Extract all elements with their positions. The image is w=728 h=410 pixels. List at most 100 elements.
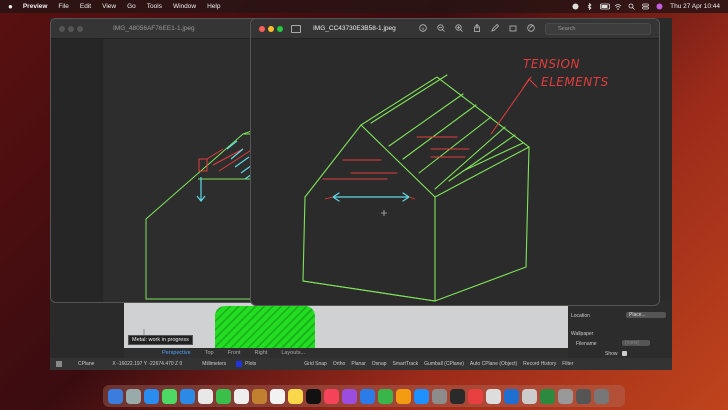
numbers-icon[interactable] xyxy=(378,388,393,404)
rotate-icon[interactable] xyxy=(509,24,517,32)
dock xyxy=(103,385,625,407)
menu-file[interactable]: File xyxy=(58,3,68,10)
control-center-icon[interactable] xyxy=(642,3,649,10)
downloads-stack-icon[interactable] xyxy=(558,388,573,404)
annotation-tension: TENSION xyxy=(523,57,580,71)
sidebar-toggle-icon[interactable] xyxy=(56,361,62,367)
record-icon[interactable] xyxy=(572,3,579,10)
toggle-osnap[interactable]: Osnap xyxy=(372,361,387,367)
wallpaper-label: Wallpaper xyxy=(571,331,594,337)
app-store-icon[interactable] xyxy=(414,388,429,404)
toggle-grid-snap[interactable]: Grid Snap xyxy=(304,361,327,367)
search-field-text: Search xyxy=(558,26,576,32)
menubar-datetime[interactable]: Thu 27 Apr 10:44 xyxy=(670,3,720,10)
utility-icon[interactable] xyxy=(522,388,537,404)
mail-icon[interactable] xyxy=(180,388,195,404)
menu-help[interactable]: Help xyxy=(207,3,220,10)
status-layer[interactable]: Plots xyxy=(245,361,256,367)
rhino-icon[interactable] xyxy=(450,388,465,404)
status-cplane: CPlane xyxy=(78,361,95,367)
photos-icon[interactable] xyxy=(198,388,213,404)
chrome-icon[interactable] xyxy=(468,388,483,404)
annotation-elements: ELEMENTS xyxy=(541,75,609,89)
battery-icon[interactable] xyxy=(600,3,611,10)
calendar-icon[interactable] xyxy=(234,388,249,404)
minimize-button[interactable] xyxy=(268,26,274,32)
trash-icon[interactable] xyxy=(594,388,609,404)
share-icon[interactable] xyxy=(473,23,481,32)
toolbar-icons xyxy=(419,23,535,32)
notes-icon[interactable] xyxy=(288,388,303,404)
finder-icon[interactable] xyxy=(108,388,123,404)
menu-window[interactable]: Window xyxy=(173,3,196,10)
close-button[interactable] xyxy=(259,26,265,32)
properties-panel: Location Place... Wallpaper Filename (no… xyxy=(568,301,672,358)
apple-menu-icon[interactable]: ● xyxy=(8,2,13,11)
show-label: Show xyxy=(605,351,618,357)
siri-icon[interactable] xyxy=(656,3,663,10)
show-checkbox[interactable] xyxy=(622,351,627,356)
command-tip: Metal: work in progress xyxy=(128,335,193,345)
toggle-smarttrack[interactable]: SmartTrack xyxy=(393,361,419,367)
music-icon[interactable] xyxy=(324,388,339,404)
thumbnail-sidebar[interactable] xyxy=(51,39,103,302)
zoom-in-icon[interactable] xyxy=(455,24,463,32)
word-icon[interactable] xyxy=(504,388,519,404)
reminders-icon[interactable] xyxy=(270,388,285,404)
tab-perspective[interactable]: Perspective xyxy=(162,350,191,356)
layer-color-swatch[interactable] xyxy=(236,361,243,367)
keynote-icon[interactable] xyxy=(360,388,375,404)
menu-app-name[interactable]: Preview xyxy=(23,3,48,10)
tab-layouts[interactable]: Layouts... xyxy=(281,350,305,356)
place-button[interactable]: Place... xyxy=(626,312,666,318)
search-field[interactable]: Search xyxy=(545,23,651,35)
markup-pen-icon[interactable] xyxy=(491,23,500,32)
menu-go[interactable]: Go xyxy=(127,3,136,10)
apple-tv-icon[interactable] xyxy=(306,388,321,404)
menu-bar: ● Preview File Edit View Go Tools Window… xyxy=(0,0,728,13)
tab-front[interactable]: Front xyxy=(228,350,241,356)
window-title: IMG_48056AF76EE1-1.jpeg xyxy=(113,25,195,32)
menu-view[interactable]: View xyxy=(102,3,116,10)
sidebar-icon[interactable] xyxy=(291,25,301,33)
filename-label: Filename xyxy=(576,341,597,347)
launchpad-icon[interactable] xyxy=(126,388,141,404)
preview-icon[interactable] xyxy=(486,388,501,404)
toggle-gumball[interactable]: Gumball (CPlane) xyxy=(424,361,464,367)
preview-window-front[interactable]: IMG_CC43730E3B58-1.jpeg Search TENSION E… xyxy=(250,18,660,306)
zoom-button[interactable] xyxy=(77,26,83,32)
close-button[interactable] xyxy=(59,26,65,32)
tab-top[interactable]: Top xyxy=(205,350,214,356)
location-label: Location xyxy=(571,313,590,319)
safari-icon[interactable] xyxy=(144,388,159,404)
toggle-filter[interactable]: Filter xyxy=(562,361,573,367)
zoom-button[interactable] xyxy=(277,26,283,32)
toggle-planar[interactable]: Planar xyxy=(351,361,365,367)
status-units: Millimeters xyxy=(202,361,227,367)
podcasts-icon[interactable] xyxy=(342,388,357,404)
info-icon[interactable] xyxy=(419,24,427,32)
menu-edit[interactable]: Edit xyxy=(80,3,91,10)
viewport-tabs: Perspective Top Front Right Layouts... xyxy=(124,348,570,358)
tab-right[interactable]: Right xyxy=(254,350,267,356)
bluetooth-icon[interactable] xyxy=(586,2,593,11)
titlebar[interactable]: IMG_CC43730E3B58-1.jpeg Search xyxy=(251,19,659,39)
toggle-record-history[interactable]: Record History xyxy=(523,361,556,367)
minimize-button[interactable] xyxy=(68,26,74,32)
folder-stack-icon[interactable] xyxy=(576,388,591,404)
filename-field[interactable]: (none) xyxy=(622,340,650,346)
toggle-ortho[interactable]: Ortho xyxy=(333,361,346,367)
system-settings-icon[interactable] xyxy=(432,388,447,404)
messages-icon[interactable] xyxy=(162,388,177,404)
toggle-auto-cplane[interactable]: Auto CPlane (Object) xyxy=(470,361,517,367)
cursor-crosshair xyxy=(381,210,387,216)
wifi-icon[interactable] xyxy=(614,3,622,10)
menu-tools[interactable]: Tools xyxy=(147,3,162,10)
facetime-icon[interactable] xyxy=(216,388,231,404)
excel-icon[interactable] xyxy=(540,388,555,404)
markup-toolbar-icon[interactable] xyxy=(527,24,535,32)
search-icon[interactable] xyxy=(628,3,635,10)
zoom-out-icon[interactable] xyxy=(437,24,445,32)
contacts-icon[interactable] xyxy=(252,388,267,404)
pages-icon[interactable] xyxy=(396,388,411,404)
